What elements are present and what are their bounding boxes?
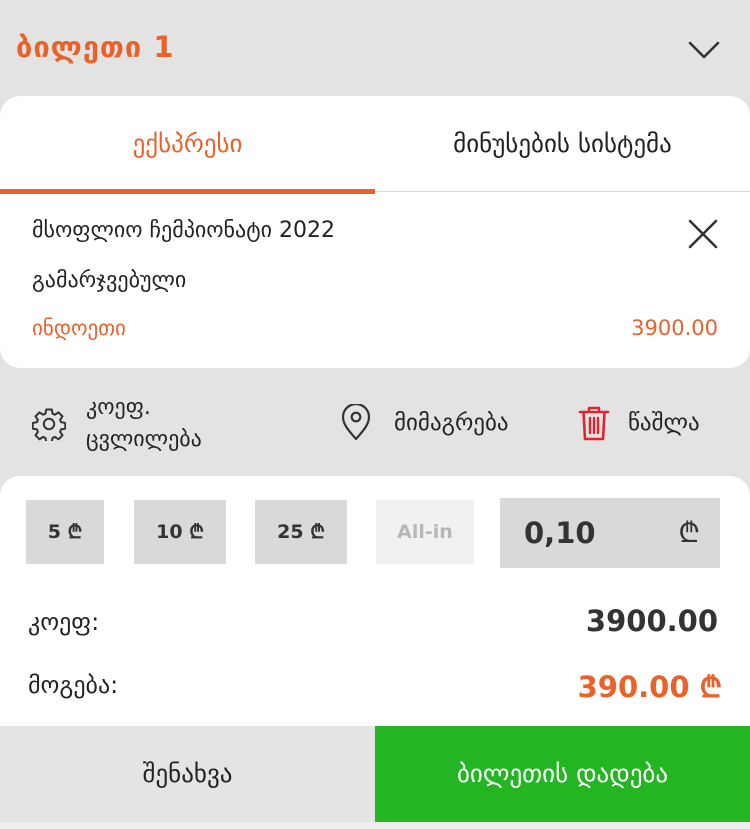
tab-express-label: ექსპრესი bbox=[132, 129, 243, 158]
potential-win-label: მოგება: bbox=[28, 671, 119, 699]
location-pin-icon bbox=[341, 404, 371, 441]
stake-chip-5[interactable]: 5 ₾ bbox=[26, 500, 104, 564]
stake-card: 5 ₾ 10 ₾ 25 ₾ All-in 0,10 ₾ კოეფ: 3900.0… bbox=[0, 476, 750, 726]
active-tab-indicator bbox=[0, 189, 375, 194]
odds-change-label: კოეფ. ცვლილება bbox=[86, 395, 202, 452]
ticket-title: ბილეთი 1 bbox=[16, 30, 175, 64]
bet-odds: 3900.00 bbox=[631, 316, 718, 340]
delete-label: წაშლა bbox=[628, 410, 700, 436]
currency-symbol: ₾ bbox=[678, 516, 700, 549]
tab-bar: ექსპრესი მინუსების სისტემა bbox=[0, 96, 750, 194]
tab-express[interactable]: ექსპრესი bbox=[0, 96, 375, 194]
stake-input[interactable]: 0,10 ₾ bbox=[500, 498, 720, 568]
total-odds-value: 3900.00 bbox=[585, 604, 718, 638]
betslip-header[interactable]: ბილეთი 1 bbox=[0, 0, 750, 96]
stake-chip-10[interactable]: 10 ₾ bbox=[134, 500, 226, 564]
bet-market-name: გამარჯვებული bbox=[32, 268, 187, 293]
delete-button[interactable]: წაშლა bbox=[578, 404, 700, 442]
stake-chip-all-in[interactable]: All-in bbox=[376, 500, 474, 564]
save-button[interactable]: შენახვა bbox=[0, 726, 375, 822]
trash-icon bbox=[578, 406, 610, 441]
action-bar: კოეფ. ცვლილება მიმაგრება წაშლა bbox=[0, 368, 750, 476]
odds-change-button[interactable]: კოეფ. ცვლილება bbox=[32, 392, 202, 456]
gear-icon bbox=[32, 408, 66, 441]
potential-win-value: 390.00 ₾ bbox=[577, 670, 722, 704]
stake-value: 0,10 bbox=[524, 516, 596, 550]
tab-system-label: მინუსების სისტემა bbox=[453, 129, 672, 158]
bet-card: ექსპრესი მინუსების სისტემა მსოფლიო ჩემპი… bbox=[0, 96, 750, 368]
bet-selection: ინდოეთი bbox=[32, 316, 126, 340]
attach-button[interactable]: მიმაგრება bbox=[340, 404, 509, 442]
place-bet-button[interactable]: ბილეთის დადება bbox=[375, 726, 750, 822]
stake-chip-25[interactable]: 25 ₾ bbox=[255, 500, 347, 564]
chevron-down-icon[interactable] bbox=[686, 34, 722, 64]
bet-event-name: მსოფლიო ჩემპიონატი 2022 bbox=[32, 218, 335, 243]
total-odds-label: კოეფ: bbox=[28, 608, 100, 636]
attach-label: მიმაგრება bbox=[394, 410, 509, 436]
close-icon[interactable] bbox=[686, 217, 720, 251]
betslip-page: ბილეთი 1 ექსპრესი მინუსების სისტემა მსოფ… bbox=[0, 0, 750, 829]
tab-system[interactable]: მინუსების სისტემა bbox=[375, 96, 750, 192]
bottom-strip bbox=[0, 822, 750, 829]
